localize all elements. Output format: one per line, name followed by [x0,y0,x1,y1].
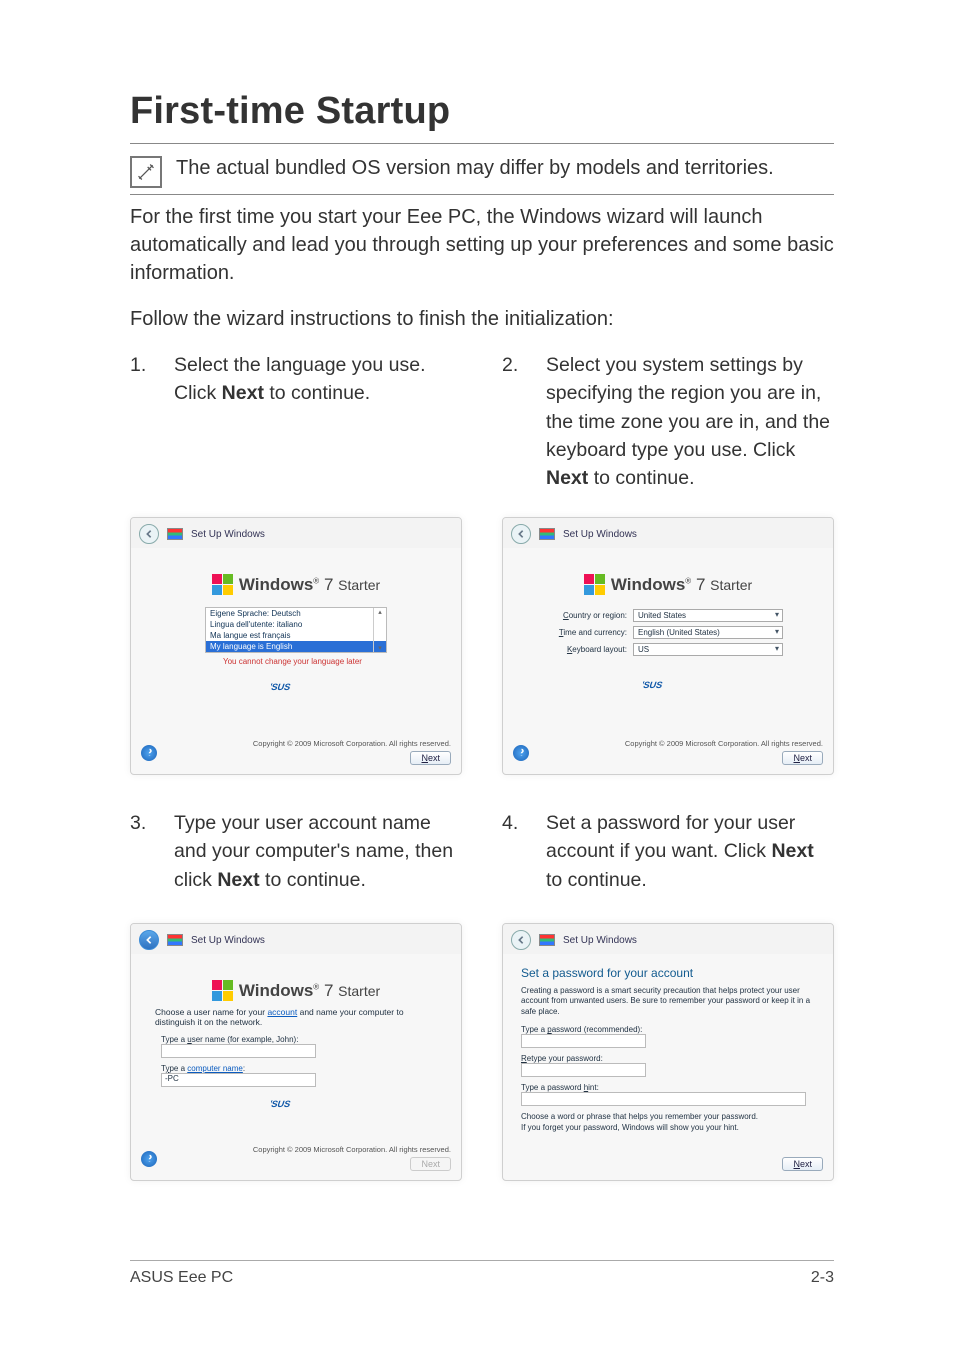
window-icon [167,934,183,946]
next-button[interactable]: Next [410,1157,451,1171]
warning-text: You cannot change your language later [223,657,437,666]
window-icon [167,528,183,540]
list-item[interactable]: My language is English [206,641,386,652]
retype-password-input[interactable] [521,1063,646,1077]
password-intro: Creating a password is a smart security … [521,986,815,1017]
computer-name-label: Type a computer name: [161,1064,431,1073]
note-icon [130,156,162,188]
password-label: Type a password (recommended): [521,1025,815,1034]
copyright-text: Copyright © 2009 Microsoft Corporation. … [625,739,823,748]
window-title: Set Up Windows [191,529,265,540]
screenshot-step-1: Set Up Windows Windows® 7 Starter Eigene… [130,517,462,775]
list-item[interactable]: Eigene Sprache: Deutsch [206,608,386,619]
next-button[interactable]: Next [782,1157,823,1171]
help-icon[interactable] [141,745,157,761]
computer-name-link[interactable]: computer name [187,1064,243,1073]
copyright-text: Copyright © 2009 Microsoft Corporation. … [253,739,451,748]
language-listbox[interactable]: Eigene Sprache: Deutsch Lingua dell'uten… [205,607,387,653]
copyright-text: Copyright © 2009 Microsoft Corporation. … [253,1145,451,1154]
password-hint-label: Type a password hint: [521,1083,815,1092]
username-input[interactable] [161,1044,316,1058]
next-button[interactable]: Next [782,751,823,765]
country-region-row: Country or region: United States [527,609,809,622]
footer-left: ASUS Eee PC [130,1269,233,1287]
step-number: 2. [502,351,526,501]
time-currency-row: Time and currency: English (United State… [527,626,809,639]
divider [130,194,834,195]
window-title: Set Up Windows [563,935,637,946]
windows-logo: Windows® 7 Starter [212,574,380,595]
country-region-select[interactable]: United States [633,609,783,622]
keyboard-layout-select[interactable]: US [633,643,783,656]
step-3: 3. Type your user account name and your … [130,809,462,899]
list-item[interactable]: Lingua dell'utente: italiano [206,619,386,630]
username-label: Type a user name (for example, John): [161,1035,431,1044]
password-hint-input[interactable] [521,1092,806,1106]
svg-text:/SUS: /SUS [271,681,292,692]
back-button[interactable] [511,524,531,544]
window-icon [539,934,555,946]
time-currency-select[interactable]: English (United States) [633,626,783,639]
screenshot-step-2: Set Up Windows Windows® 7 Starter Countr… [502,517,834,775]
username-intro: Choose a user name for your account and … [155,1007,437,1027]
step-number: 4. [502,809,526,899]
note-text: The actual bundled OS version may differ… [176,154,774,182]
window-title: Set Up Windows [191,935,265,946]
computer-name-input[interactable]: -PC [161,1073,316,1087]
asus-logo: /SUS [271,680,321,699]
divider [130,143,834,144]
windows-logo: Windows® 7 Starter [212,980,380,1001]
step-1: 1. Select the language you use. Click Ne… [130,351,462,501]
back-button[interactable] [139,930,159,950]
svg-text:/SUS: /SUS [643,679,664,690]
asus-logo: /SUS [271,1097,321,1116]
intro-paragraph-2: Follow the wizard instructions to finish… [130,305,834,333]
password-heading: Set a password for your account [521,966,815,980]
scrollbar[interactable]: ▴▾ [373,608,386,652]
screenshot-step-3: Set Up Windows Windows® 7 Starter Choose… [130,923,462,1181]
step-number: 3. [130,809,154,899]
screenshot-step-4: Set Up Windows Set a password for your a… [502,923,834,1181]
keyboard-layout-row: Keyboard layout: US [527,643,809,656]
intro-paragraph: For the first time you start your Eee PC… [130,203,834,287]
svg-text:/SUS: /SUS [271,1098,292,1109]
step-number: 1. [130,351,154,501]
page-title: First-time Startup [130,90,834,133]
account-link[interactable]: account [267,1007,297,1017]
help-icon[interactable] [513,745,529,761]
asus-logo: /SUS [643,678,693,697]
step-4: 4. Set a password for your user account … [502,809,834,899]
window-title: Set Up Windows [563,529,637,540]
help-icon[interactable] [141,1151,157,1167]
password-input[interactable] [521,1034,646,1048]
next-button[interactable]: Next [410,751,451,765]
windows-logo: Windows® 7 Starter [584,574,752,595]
footer-right: 2-3 [811,1269,834,1287]
retype-password-label: Retype your password: [521,1054,815,1063]
back-button[interactable] [511,930,531,950]
list-item[interactable]: Ma langue est français [206,630,386,641]
window-icon [539,528,555,540]
password-hint-help: Choose a word or phrase that helps you r… [521,1112,815,1133]
back-button[interactable] [139,524,159,544]
step-2: 2. Select you system settings by specify… [502,351,834,501]
